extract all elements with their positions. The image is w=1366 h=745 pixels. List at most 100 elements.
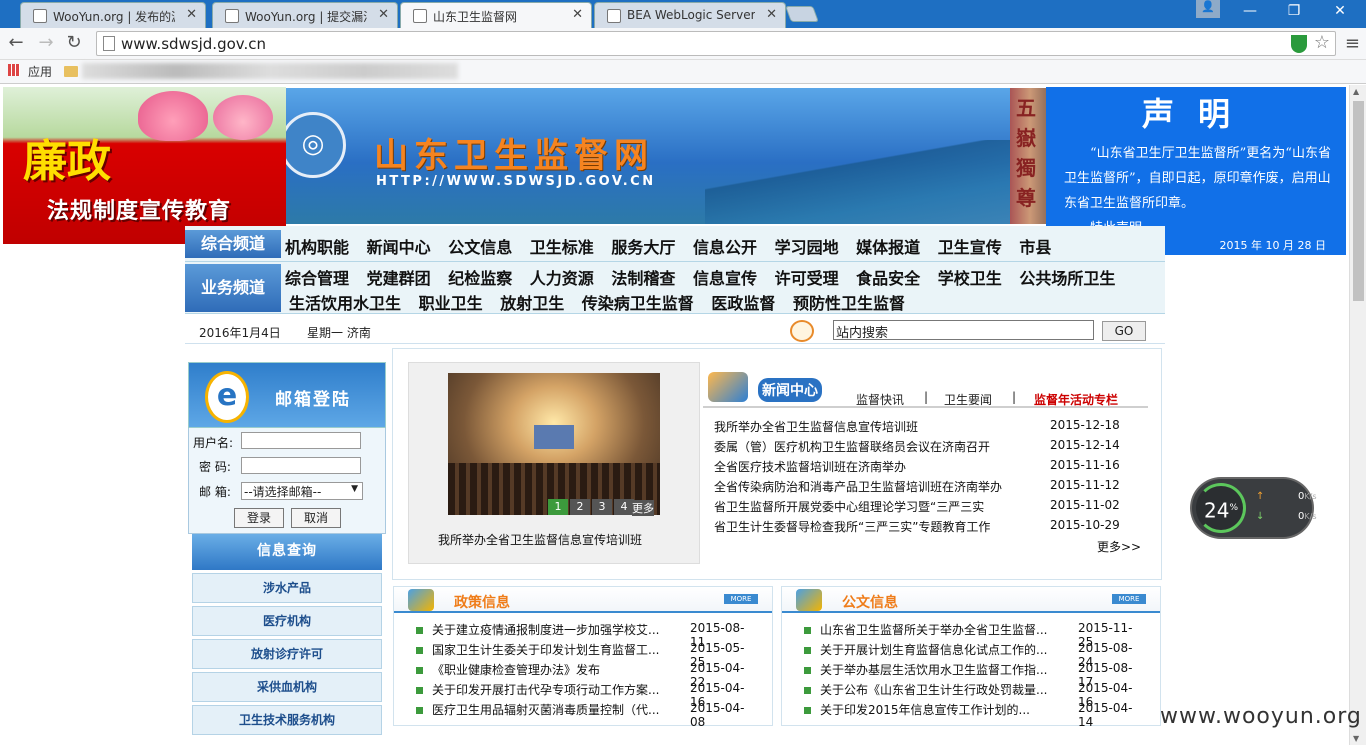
login-button[interactable]: 登录 — [234, 508, 284, 528]
channel-link[interactable]: 预防性卫生监督 — [793, 294, 905, 313]
tab-close-icon[interactable]: ✕ — [378, 7, 389, 22]
policy-item-title[interactable]: 关于建立疫情通报制度进一步加强学校艾... — [432, 621, 668, 638]
news-title[interactable]: 全省传染病防治和消毒产品卫生监督培训班在济南举办 — [714, 478, 1004, 495]
document-item-title[interactable]: 关于印发2015年信息宣传工作计划的... — [820, 701, 1056, 718]
folder-icon[interactable] — [64, 66, 78, 77]
news-title[interactable]: 我所举办全省卫生监督信息宣传培训班 — [714, 418, 1004, 435]
scroll-down-icon[interactable]: ▼ — [1353, 734, 1359, 743]
channel-link[interactable]: 食品安全 — [856, 269, 920, 288]
close-window-button[interactable]: ✕ — [1320, 3, 1360, 19]
list-item[interactable]: 《职业健康检查管理办法》发布 2015-04-22 — [416, 661, 756, 689]
bookmark-apps[interactable]: 应用 — [28, 63, 52, 80]
scroll-thumb[interactable] — [1353, 101, 1364, 301]
document-item-title[interactable]: 山东省卫生监督所关于举办全省卫生监督... — [820, 621, 1056, 638]
list-item[interactable]: 关于印发2015年信息宣传工作计划的... 2015-04-14 — [804, 701, 1144, 729]
list-item[interactable]: 全省医疗技术监督培训班在济南举办 2015-11-16 — [714, 458, 1144, 478]
document-item-title[interactable]: 关于公布《山东省卫生计生行政处罚裁量... — [820, 681, 1056, 698]
list-item[interactable]: 医疗卫生用品辐射灭菌消毒质量控制（代... 2015-04-08 — [416, 701, 756, 729]
list-item[interactable]: 省卫生监督所开展党委中心组理论学习暨“三严三实 2015-11-02 — [714, 498, 1144, 518]
channel-link[interactable]: 卫生宣传 — [938, 238, 1002, 257]
vertical-scrollbar[interactable]: ▲ ▼ — [1349, 85, 1366, 745]
news-title[interactable]: 委属（管）医疗机构卫生监督联络员会议在济南召开 — [714, 438, 1004, 455]
documents-more-button[interactable]: MORE — [1112, 594, 1146, 604]
tab-close-icon[interactable]: ✕ — [766, 7, 777, 22]
channel-link[interactable]: 信息宣传 — [693, 269, 757, 288]
channel-link[interactable]: 许可受理 — [775, 269, 839, 288]
channel-link[interactable]: 医政监督 — [711, 294, 775, 313]
channel-link[interactable]: 服务大厅 — [611, 238, 675, 257]
general-channel-label[interactable]: 综合频道 — [185, 230, 281, 258]
network-speed-widget[interactable]: 24% ↑ 0K/s ↓ 0K/s — [1192, 479, 1316, 537]
document-item-title[interactable]: 关于开展计划生育监督信息化试点工作的... — [820, 641, 1056, 658]
list-item[interactable]: 国家卫生计生委关于印发计划生育监督工... 2015-05-25 — [416, 641, 756, 669]
news-tab-flash[interactable]: 监督快讯 — [856, 391, 904, 408]
list-item[interactable]: 关于举办基层生活饮用水卫生监督工作指... 2015-08-17 — [804, 661, 1144, 689]
channel-link[interactable]: 信息公开 — [693, 238, 757, 257]
list-item[interactable]: 全省传染病防治和消毒产品卫生监督培训班在济南举办 2015-11-12 — [714, 478, 1144, 498]
shield-extension-icon[interactable] — [1291, 35, 1307, 53]
policy-item-title[interactable]: 关于印发开展打击代孕专项行动工作方案... — [432, 681, 668, 698]
search-go-button[interactable]: GO — [1102, 321, 1146, 341]
slide-page-4[interactable]: 4 — [614, 499, 634, 515]
news-title[interactable]: 全省医疗技术监督培训班在济南举办 — [714, 458, 1004, 475]
policy-item-title[interactable]: 医疗卫生用品辐射灭菌消毒质量控制（代... — [432, 701, 668, 718]
query-item-tech-service[interactable]: 卫生技术服务机构 — [192, 705, 382, 735]
slideshow-photo[interactable] — [448, 373, 660, 515]
forward-icon[interactable]: → — [34, 32, 58, 53]
integrity-ad-banner[interactable]: 廉政 法规制度宣传教育 — [3, 87, 286, 244]
channel-link[interactable]: 公文信息 — [448, 238, 512, 257]
browser-tab-2[interactable]: WooYun.org | 提交漏洞 ✕ — [212, 2, 398, 28]
site-search-input[interactable]: 站内搜索 — [833, 320, 1094, 341]
mailbox-select[interactable]: --请选择邮箱-- ▼ — [241, 482, 363, 500]
channel-link[interactable]: 放射卫生 — [500, 294, 564, 313]
channel-link[interactable]: 学习园地 — [775, 238, 839, 257]
reload-icon[interactable]: ↻ — [62, 32, 86, 53]
news-tab-campaign[interactable]: 监督年活动专栏 — [1034, 391, 1118, 408]
username-input[interactable] — [241, 432, 361, 449]
channel-link[interactable]: 法制稽查 — [611, 269, 675, 288]
channel-link[interactable]: 党建群团 — [367, 269, 431, 288]
channel-link[interactable]: 新闻中心 — [367, 238, 431, 257]
business-channel-label[interactable]: 业务频道 — [185, 264, 281, 312]
document-item-title[interactable]: 关于举办基层生活饮用水卫生监督工作指... — [820, 661, 1056, 678]
query-item-water-products[interactable]: 涉水产品 — [192, 573, 382, 603]
query-item-medical-institutions[interactable]: 医疗机构 — [192, 606, 382, 636]
cancel-button[interactable]: 取消 — [291, 508, 341, 528]
channel-link[interactable]: 卫生标准 — [530, 238, 594, 257]
news-title[interactable]: 省卫生计生委督导检查我所“三严三实”专题教育工作 — [714, 518, 1004, 535]
channel-link[interactable]: 机构职能 — [285, 238, 349, 257]
tab-close-icon[interactable]: ✕ — [572, 7, 583, 22]
browser-menu-icon[interactable]: ≡ — [1345, 33, 1360, 54]
slide-more-link[interactable]: 更多 — [632, 500, 654, 516]
slide-page-2[interactable]: 2 — [570, 499, 590, 515]
list-item[interactable]: 委属（管）医疗机构卫生监督联络员会议在济南召开 2015-12-14 — [714, 438, 1144, 458]
address-bar[interactable]: www.sdwsjd.gov.cn ☆ — [96, 31, 1336, 56]
browser-tab-4[interactable]: BEA WebLogic Server Ad ✕ — [594, 2, 786, 28]
password-input[interactable] — [241, 457, 361, 474]
policy-item-title[interactable]: 《职业健康检查管理办法》发布 — [432, 661, 668, 678]
query-item-radiation-license[interactable]: 放射诊疗许可 — [192, 639, 382, 669]
slideshow-caption[interactable]: 我所举办全省卫生监督信息宣传培训班 — [438, 531, 642, 548]
query-item-blood-institutions[interactable]: 采供血机构 — [192, 672, 382, 702]
news-tab-headlines[interactable]: 卫生要闻 — [944, 391, 992, 408]
list-item[interactable]: 山东省卫生监督所关于举办全省卫生监督... 2015-11-25 — [804, 621, 1144, 649]
policy-item-title[interactable]: 国家卫生计生委关于印发计划生育监督工... — [432, 641, 668, 658]
news-title[interactable]: 省卫生监督所开展党委中心组理论学习暨“三严三实 — [714, 498, 1004, 515]
back-icon[interactable]: ← — [4, 32, 28, 53]
channel-link[interactable]: 学校卫生 — [938, 269, 1002, 288]
channel-link[interactable]: 传染病卫生监督 — [582, 294, 694, 313]
list-item[interactable]: 关于开展计划生育监督信息化试点工作的... 2015-08-24 — [804, 641, 1144, 669]
channel-link[interactable]: 市县 — [1019, 238, 1051, 257]
slide-page-3[interactable]: 3 — [592, 499, 612, 515]
list-item[interactable]: 关于建立疫情通报制度进一步加强学校艾... 2015-08-11 — [416, 621, 756, 649]
minimize-button[interactable]: — — [1230, 3, 1270, 19]
channel-link[interactable]: 纪检监察 — [448, 269, 512, 288]
user-profile-icon[interactable]: 👤 — [1196, 0, 1220, 18]
new-tab-button[interactable] — [785, 6, 819, 22]
bookmark-star-icon[interactable]: ☆ — [1314, 32, 1330, 53]
browser-tab-1[interactable]: WooYun.org | 发布的漏洞 ✕ — [20, 2, 206, 28]
apps-icon[interactable] — [8, 64, 20, 76]
channel-link[interactable]: 职业卫生 — [419, 294, 483, 313]
channel-link[interactable]: 生活饮用水卫生 — [289, 294, 401, 313]
list-item[interactable]: 省卫生计生委督导检查我所“三严三实”专题教育工作 2015-10-29 — [714, 518, 1144, 538]
